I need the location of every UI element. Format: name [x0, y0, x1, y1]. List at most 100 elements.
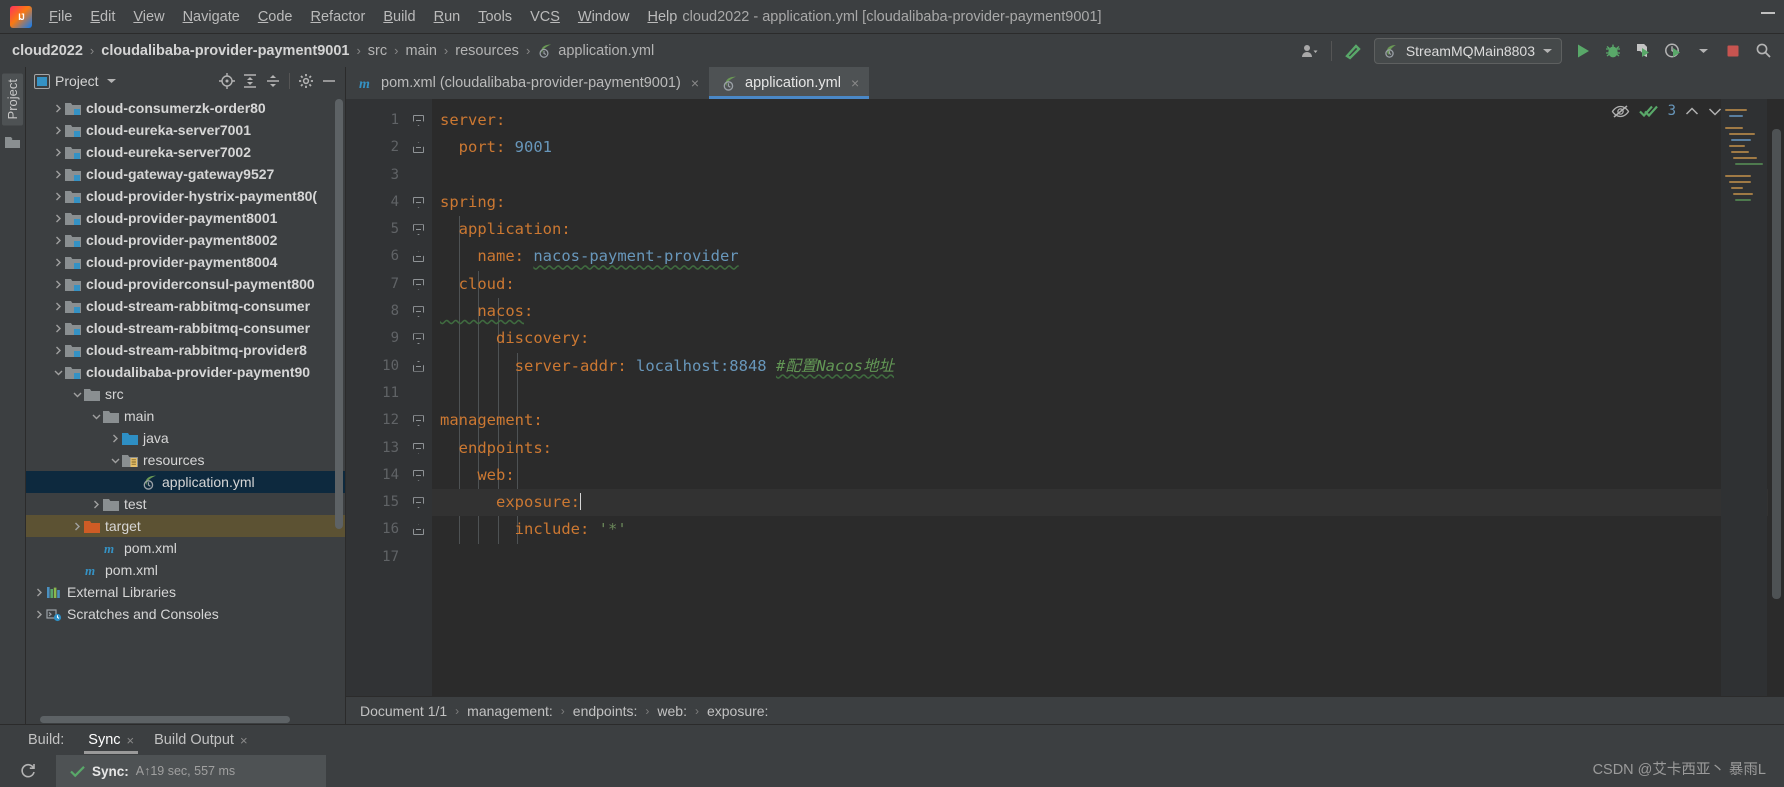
menu-item-run[interactable]: Run [425, 7, 470, 27]
chevron-right-icon[interactable] [32, 587, 46, 598]
fold-end-icon[interactable] [413, 251, 424, 263]
code-line[interactable]: server: [432, 107, 1768, 134]
fold-collapse-icon[interactable] [413, 306, 424, 318]
breadcrumb-item-cloudalibaba-provider-payment9001[interactable]: cloudalibaba-provider-payment9001 [101, 43, 349, 59]
minimize-button[interactable] [1760, 4, 1776, 20]
tree-node-cloud-provider-payment8004[interactable]: cloud-provider-payment8004 [26, 251, 345, 273]
menu-item-window[interactable]: Window [569, 7, 639, 27]
breadcrumb-item-application-yml[interactable]: application.yml [537, 43, 654, 59]
debug-icon[interactable] [1598, 37, 1628, 65]
hammer-icon[interactable] [1338, 37, 1368, 65]
tool-window-button-project[interactable]: Project [2, 73, 23, 126]
close-icon[interactable]: × [240, 733, 248, 748]
chevron-down-icon[interactable] [1708, 106, 1722, 117]
menu-item-refactor[interactable]: Refactor [302, 7, 375, 27]
profiler-dropdown-icon[interactable] [1688, 37, 1718, 65]
locate-icon[interactable] [217, 71, 237, 91]
code-line[interactable]: application: [432, 216, 1768, 243]
menu-item-navigate[interactable]: Navigate [174, 7, 249, 27]
editor-breadcrumb-item[interactable]: endpoints: [573, 703, 638, 719]
chevron-right-icon[interactable] [89, 499, 103, 510]
fold-collapse-icon[interactable] [413, 196, 424, 208]
chevron-right-icon[interactable] [51, 125, 65, 136]
editor-breadcrumb-item[interactable]: exposure: [707, 703, 768, 719]
code-line[interactable]: web: [432, 462, 1768, 489]
tree-node-cloud-stream-rabbitmq-consumer[interactable]: cloud-stream-rabbitmq-consumer [26, 317, 345, 339]
chevron-right-icon[interactable] [70, 521, 84, 532]
fold-collapse-icon[interactable] [413, 333, 424, 345]
editor-breadcrumb-item[interactable]: web: [657, 703, 687, 719]
breadcrumb-item-resources[interactable]: resources [455, 43, 519, 59]
tree-node-cloud-provider-payment8001[interactable]: cloud-provider-payment8001 [26, 207, 345, 229]
search-icon[interactable] [1748, 37, 1778, 65]
code-line[interactable]: server-addr: localhost:8848 #配置Nacos地址 [432, 353, 1768, 380]
run-configuration-selector[interactable]: StreamMQMain8803 [1373, 37, 1562, 64]
tree-node-external-libraries[interactable]: External Libraries [26, 581, 345, 603]
tree-node-pom-xml[interactable]: m pom.xml [26, 559, 345, 581]
tree-horizontal-scrollbar[interactable] [26, 715, 345, 724]
code-line[interactable]: cloud: [432, 271, 1768, 298]
chevron-right-icon[interactable] [51, 301, 65, 312]
fold-end-icon[interactable] [413, 524, 424, 536]
menu-item-code[interactable]: Code [249, 7, 302, 27]
chevron-right-icon[interactable] [51, 191, 65, 202]
error-stripe-bar[interactable] [1768, 99, 1784, 696]
account-icon[interactable] [1295, 37, 1325, 65]
fold-end-icon[interactable] [413, 142, 424, 154]
menu-item-tools[interactable]: Tools [469, 7, 521, 27]
breadcrumb-item-main[interactable]: main [405, 43, 436, 59]
chevron-right-icon[interactable] [51, 235, 65, 246]
editor-breadcrumb-item[interactable]: management: [467, 703, 553, 719]
code-line[interactable] [432, 162, 1768, 189]
structure-folder-icon[interactable] [5, 135, 20, 149]
chevron-right-icon[interactable] [51, 257, 65, 268]
code-line[interactable]: include: '*' [432, 516, 1768, 543]
hide-icon[interactable] [319, 71, 339, 91]
close-icon[interactable]: × [127, 733, 135, 748]
code-content[interactable]: server: port: 9001 spring: application: n… [432, 99, 1768, 696]
code-line[interactable]: management: [432, 407, 1768, 434]
tree-node-cloud-provider-payment8002[interactable]: cloud-provider-payment8002 [26, 229, 345, 251]
tree-node-target[interactable]: target [26, 515, 345, 537]
fold-collapse-icon[interactable] [413, 224, 424, 236]
chevron-up-icon[interactable] [1685, 106, 1699, 117]
run-with-coverage-icon[interactable] [1628, 37, 1658, 65]
code-line[interactable] [432, 380, 1768, 407]
tree-node-main[interactable]: main [26, 405, 345, 427]
inspection-ok-icon[interactable] [1638, 103, 1659, 119]
tree-vertical-scrollbar[interactable] [335, 99, 343, 529]
fold-collapse-icon[interactable] [413, 469, 424, 481]
fold-collapse-icon[interactable] [413, 278, 424, 290]
expand-all-icon[interactable] [240, 71, 260, 91]
code-line[interactable]: discovery: [432, 325, 1768, 352]
menu-item-help[interactable]: Help [638, 7, 686, 27]
tree-node-src[interactable]: src [26, 383, 345, 405]
tree-node-cloud-eureka-server7001[interactable]: cloud-eureka-server7001 [26, 119, 345, 141]
tree-node-cloud-providerconsul-payment800[interactable]: cloud-providerconsul-payment800 [26, 273, 345, 295]
fold-end-icon[interactable] [413, 360, 424, 372]
tree-node-cloudalibaba-provider-payment90[interactable]: cloudalibaba-provider-payment90 [26, 361, 345, 383]
close-icon[interactable]: × [691, 75, 699, 91]
tree-node-cloud-provider-hystrix-payment80-[interactable]: cloud-provider-hystrix-payment80( [26, 185, 345, 207]
tree-node-cloud-stream-rabbitmq-provider8[interactable]: cloud-stream-rabbitmq-provider8 [26, 339, 345, 361]
close-icon[interactable]: × [851, 75, 859, 91]
menu-item-file[interactable]: File [40, 7, 81, 27]
tree-node-resources[interactable]: resources [26, 449, 345, 471]
chevron-right-icon[interactable] [51, 147, 65, 158]
chevron-down-icon[interactable] [51, 367, 65, 378]
code-folding-column[interactable] [408, 99, 432, 696]
stop-icon[interactable] [1718, 37, 1748, 65]
code-line[interactable]: spring: [432, 189, 1768, 216]
tree-node-test[interactable]: test [26, 493, 345, 515]
collapse-all-icon[interactable] [263, 71, 283, 91]
code-line[interactable]: port: 9001 [432, 134, 1768, 161]
chevron-right-icon[interactable] [51, 213, 65, 224]
editor-vertical-scrollbar[interactable] [1772, 129, 1781, 599]
editor-tab-application-yml[interactable]: application.yml × [709, 67, 870, 99]
settings-gear-icon[interactable] [296, 71, 316, 91]
tree-node-scratches-and-consoles[interactable]: Scratches and Consoles [26, 603, 345, 625]
chevron-down-icon[interactable] [108, 455, 122, 466]
breadcrumb-item-cloud2022[interactable]: cloud2022 [12, 43, 83, 59]
menu-item-edit[interactable]: Edit [81, 7, 124, 27]
refresh-icon[interactable] [0, 755, 56, 787]
